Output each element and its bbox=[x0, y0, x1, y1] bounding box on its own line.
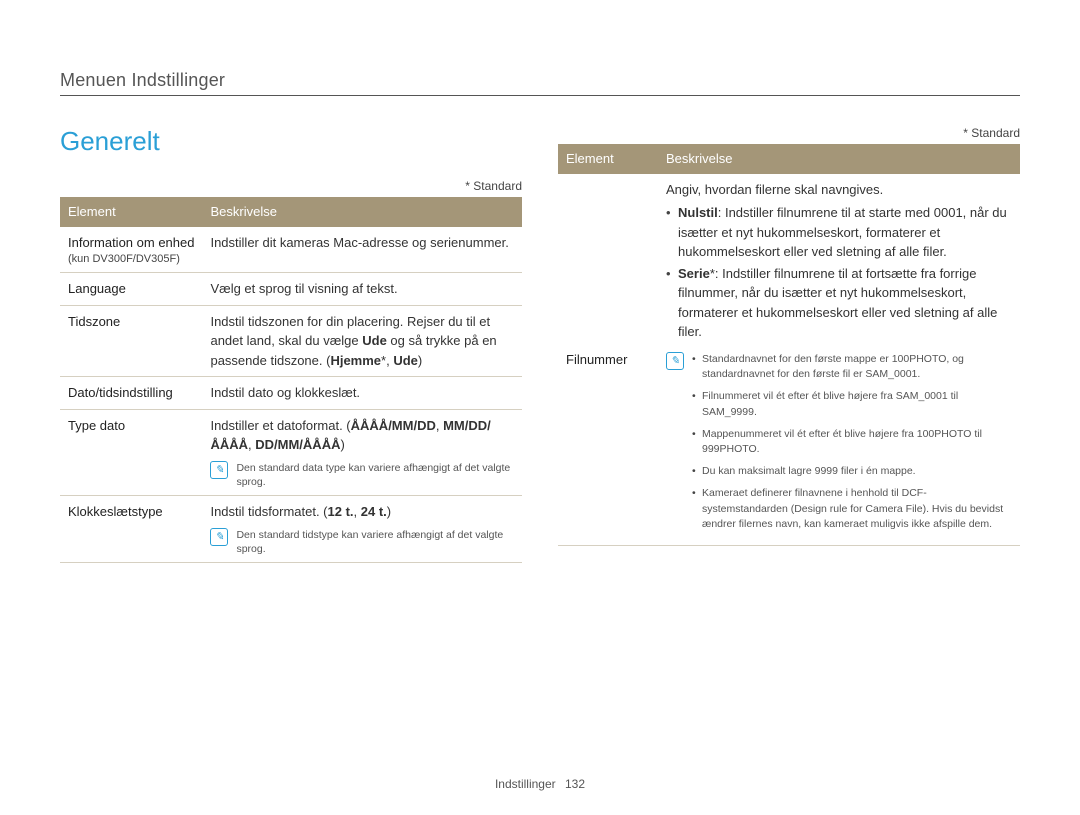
row-desc: Indstil tidsformatet. (12 t., 24 t.) ✎ D… bbox=[202, 496, 522, 563]
row-desc: Indstiller et datoformat. (ÅÅÅÅ/MM/DD, M… bbox=[202, 409, 522, 495]
row-label: Tidszone bbox=[60, 305, 202, 377]
row-label: Dato/tidsindstilling bbox=[60, 377, 202, 410]
breadcrumb: Menuen Indstillinger bbox=[60, 70, 1020, 91]
note-list: Standardnavnet for den første mappe er 1… bbox=[692, 352, 1012, 540]
note-item: Standardnavnet for den første mappe er 1… bbox=[692, 352, 1012, 384]
header-rule bbox=[60, 95, 1020, 96]
list-item: Nulstil: Indstiller filnumrene til at st… bbox=[666, 203, 1012, 262]
row-desc: Indstil tidszonen for din placering. Rej… bbox=[202, 305, 522, 377]
page-footer: Indstillinger 132 bbox=[0, 777, 1080, 791]
table-row: Information om enhed (kun DV300F/DV305F)… bbox=[60, 227, 522, 273]
standard-note-left: * Standard bbox=[60, 179, 522, 193]
table-row: Language Vælg et sprog til visning af te… bbox=[60, 273, 522, 306]
th-element: Element bbox=[60, 197, 202, 227]
table-row: Tidszone Indstil tidszonen for din place… bbox=[60, 305, 522, 377]
note-icon: ✎ bbox=[666, 352, 684, 370]
row-desc: Angiv, hvordan filerne skal navngives. N… bbox=[658, 174, 1020, 546]
note-item: Filnummeret vil ét efter ét blive højere… bbox=[692, 389, 1012, 421]
row-label: Type dato bbox=[60, 409, 202, 495]
table-row: Dato/tidsindstilling Indstil dato og klo… bbox=[60, 377, 522, 410]
note-item: Kameraet definerer filnavnene i henhold … bbox=[692, 486, 1012, 533]
standard-note-right: * Standard bbox=[558, 126, 1020, 140]
bullet-list: Nulstil: Indstiller filnumrene til at st… bbox=[666, 203, 1012, 342]
note-icon: ✎ bbox=[210, 461, 228, 479]
table-row: Filnummer Angiv, hvordan filerne skal na… bbox=[558, 174, 1020, 546]
section-title: Generelt bbox=[60, 126, 522, 157]
left-column: Generelt * Standard Element Beskrivelse … bbox=[60, 126, 522, 563]
note-text: Den standard data type kan variere afhæn… bbox=[236, 461, 514, 489]
note-icon: ✎ bbox=[210, 528, 228, 546]
table-row: Type dato Indstiller et datoformat. (ÅÅÅ… bbox=[60, 409, 522, 495]
settings-table-left: Element Beskrivelse Information om enhed… bbox=[60, 197, 522, 563]
right-column: * Standard Element Beskrivelse Filnummer… bbox=[558, 126, 1020, 563]
page-number: 132 bbox=[565, 777, 585, 791]
note-item: Du kan maksimalt lagre 9999 filer i én m… bbox=[692, 464, 1012, 480]
th-description: Beskrivelse bbox=[202, 197, 522, 227]
intro-text: Angiv, hvordan filerne skal navngives. bbox=[666, 180, 1012, 200]
row-desc: Indstil dato og klokkeslæt. bbox=[202, 377, 522, 410]
note-text: Den standard tidstype kan variere afhæng… bbox=[236, 528, 514, 556]
row-label: Klokkeslætstype bbox=[60, 496, 202, 563]
th-element: Element bbox=[558, 144, 658, 174]
row-desc: Indstiller dit kameras Mac-adresse og se… bbox=[202, 227, 522, 273]
table-row: Klokkeslætstype Indstil tidsformatet. (1… bbox=[60, 496, 522, 563]
row-desc: Vælg et sprog til visning af tekst. bbox=[202, 273, 522, 306]
row-label: Information om enhed bbox=[68, 233, 194, 253]
footer-label: Indstillinger bbox=[495, 777, 556, 791]
row-label: Filnummer bbox=[558, 174, 658, 546]
row-sublabel: (kun DV300F/DV305F) bbox=[68, 252, 194, 266]
settings-table-right: Element Beskrivelse Filnummer Angiv, hvo… bbox=[558, 144, 1020, 546]
row-label: Language bbox=[60, 273, 202, 306]
th-description: Beskrivelse bbox=[658, 144, 1020, 174]
note-item: Mappenummeret vil ét efter ét blive høje… bbox=[692, 427, 1012, 459]
list-item: Serie*: Indstiller filnumrene til at for… bbox=[666, 264, 1012, 342]
content-columns: Generelt * Standard Element Beskrivelse … bbox=[60, 126, 1020, 563]
